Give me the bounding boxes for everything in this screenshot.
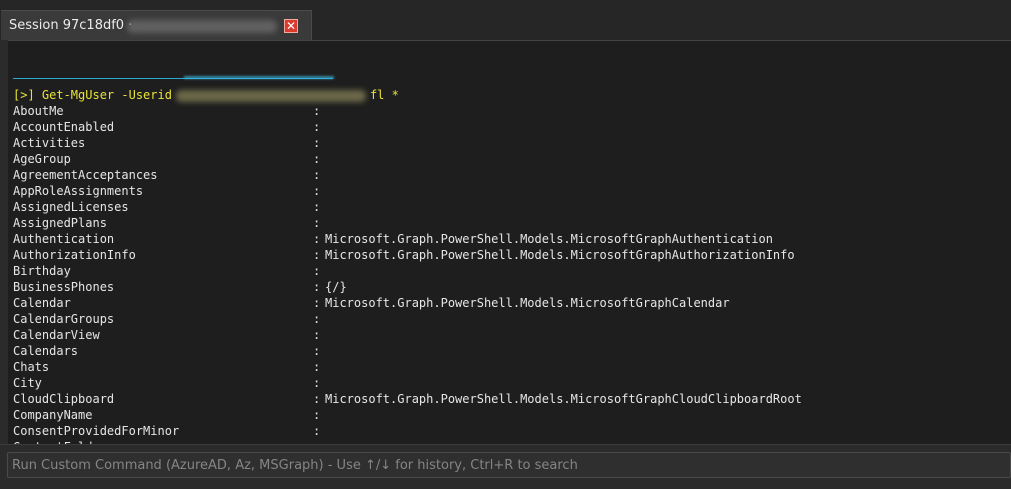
property-separator: :: [313, 376, 321, 390]
property-row: ConsentProvidedForMinor:: [13, 423, 802, 439]
property-name: AgeGroup: [13, 152, 71, 166]
property-row: Activities:: [13, 135, 802, 151]
console-output[interactable]: [>] Get-MgUser -Userid fl * AboutMe: Accou…: [8, 40, 1011, 445]
property-separator: :: [313, 264, 321, 278]
custom-command-input[interactable]: [7, 452, 1011, 478]
property-name: Birthday: [13, 264, 71, 278]
session-tab[interactable]: Session 97c18df0 · ✕: [1, 10, 312, 40]
redacted-session-name: [127, 20, 277, 33]
session-tab-title: Session 97c18df0 ·: [9, 18, 133, 33]
property-separator: :: [313, 200, 321, 214]
property-name: AssignedPlans: [13, 216, 107, 230]
property-name: AssignedLicenses: [13, 200, 129, 214]
property-name: BusinessPhones: [13, 280, 115, 294]
property-name: AccountEnabled: [13, 120, 115, 134]
property-row: AssignedPlans:: [13, 215, 802, 231]
property-name: CalendarGroups: [13, 312, 115, 326]
property-name: Calendar: [13, 296, 71, 310]
property-value: Microsoft.Graph.PowerShell.Models.Micros…: [325, 392, 802, 406]
property-value: Microsoft.Graph.PowerShell.Models.Micros…: [325, 296, 730, 310]
property-row: BusinessPhones: {/}: [13, 279, 802, 295]
command-input-bar: [0, 444, 1011, 489]
property-row: City:: [13, 375, 802, 391]
property-name: CompanyName: [13, 408, 93, 422]
property-row: AgeGroup:: [13, 151, 802, 167]
property-separator: :: [313, 344, 321, 358]
property-row: AccountEnabled:: [13, 119, 802, 135]
close-icon[interactable]: ✕: [284, 19, 298, 33]
property-name: Authentication: [13, 232, 115, 246]
property-separator: :: [313, 312, 321, 326]
output-lines: [>] Get-MgUser -Userid fl * AboutMe: Accou…: [13, 87, 802, 445]
property-row: Calendars:: [13, 343, 802, 359]
property-name: Activities: [13, 136, 86, 150]
property-row: CompanyName:: [13, 407, 802, 423]
property-separator: :: [313, 424, 321, 438]
property-row: CloudClipboard: Microsoft.Graph.PowerShel…: [13, 391, 802, 407]
property-separator: :: [313, 104, 321, 118]
property-row: CalendarGroups:: [13, 311, 802, 327]
property-name: CalendarView: [13, 328, 100, 342]
property-name: AgreementAcceptances: [13, 168, 158, 182]
property-value: {/}: [325, 280, 347, 294]
property-separator: :: [313, 392, 321, 406]
command-line: [>] Get-MgUser -Userid fl *: [13, 87, 802, 103]
tab-bar: Session 97c18df0 · ✕: [0, 0, 1011, 40]
property-separator: :: [313, 280, 321, 294]
property-row: Calendar: Microsoft.Graph.PowerShell.Mode…: [13, 295, 802, 311]
property-value: Microsoft.Graph.PowerShell.Models.Micros…: [325, 232, 773, 246]
property-row: Birthday:: [13, 263, 802, 279]
property-separator: :: [313, 152, 321, 166]
property-row: CalendarView:: [13, 327, 802, 343]
property-separator: :: [313, 168, 321, 182]
prompt-divider-highlight: [184, 76, 334, 79]
property-row: Authentication: Microsoft.Graph.PowerShel…: [13, 231, 802, 247]
property-value: Microsoft.Graph.PowerShell.Models.Micros…: [325, 248, 795, 262]
property-name: AboutMe: [13, 104, 64, 118]
property-row: AppRoleAssignments:: [13, 183, 802, 199]
property-separator: :: [313, 232, 321, 246]
property-row: AgreementAcceptances:: [13, 167, 802, 183]
property-separator: :: [313, 216, 321, 230]
property-row: AboutMe:: [13, 103, 802, 119]
property-name: AppRoleAssignments: [13, 184, 144, 198]
property-separator: :: [313, 120, 321, 134]
property-name: CloudClipboard: [13, 392, 115, 406]
property-name: City: [13, 376, 42, 390]
property-name: ConsentProvidedForMinor: [13, 424, 180, 438]
property-separator: :: [313, 184, 321, 198]
property-separator: :: [313, 328, 321, 342]
property-separator: :: [313, 248, 321, 262]
property-separator: :: [313, 136, 321, 150]
property-row: Chats:: [13, 359, 802, 375]
property-separator: :: [313, 296, 321, 310]
command-suffix: fl *: [369, 88, 399, 102]
property-name: Calendars: [13, 344, 79, 358]
property-row: AssignedLicenses:: [13, 199, 802, 215]
property-row: AuthorizationInfo: Microsoft.Graph.PowerS…: [13, 247, 802, 263]
property-name: AuthorizationInfo: [13, 248, 136, 262]
command-prefix: [>] Get-MgUser -Userid: [13, 88, 172, 102]
redacted-user-id: [175, 89, 366, 102]
property-separator: :: [313, 408, 321, 422]
property-name: Chats: [13, 360, 50, 374]
property-separator: :: [313, 360, 321, 374]
